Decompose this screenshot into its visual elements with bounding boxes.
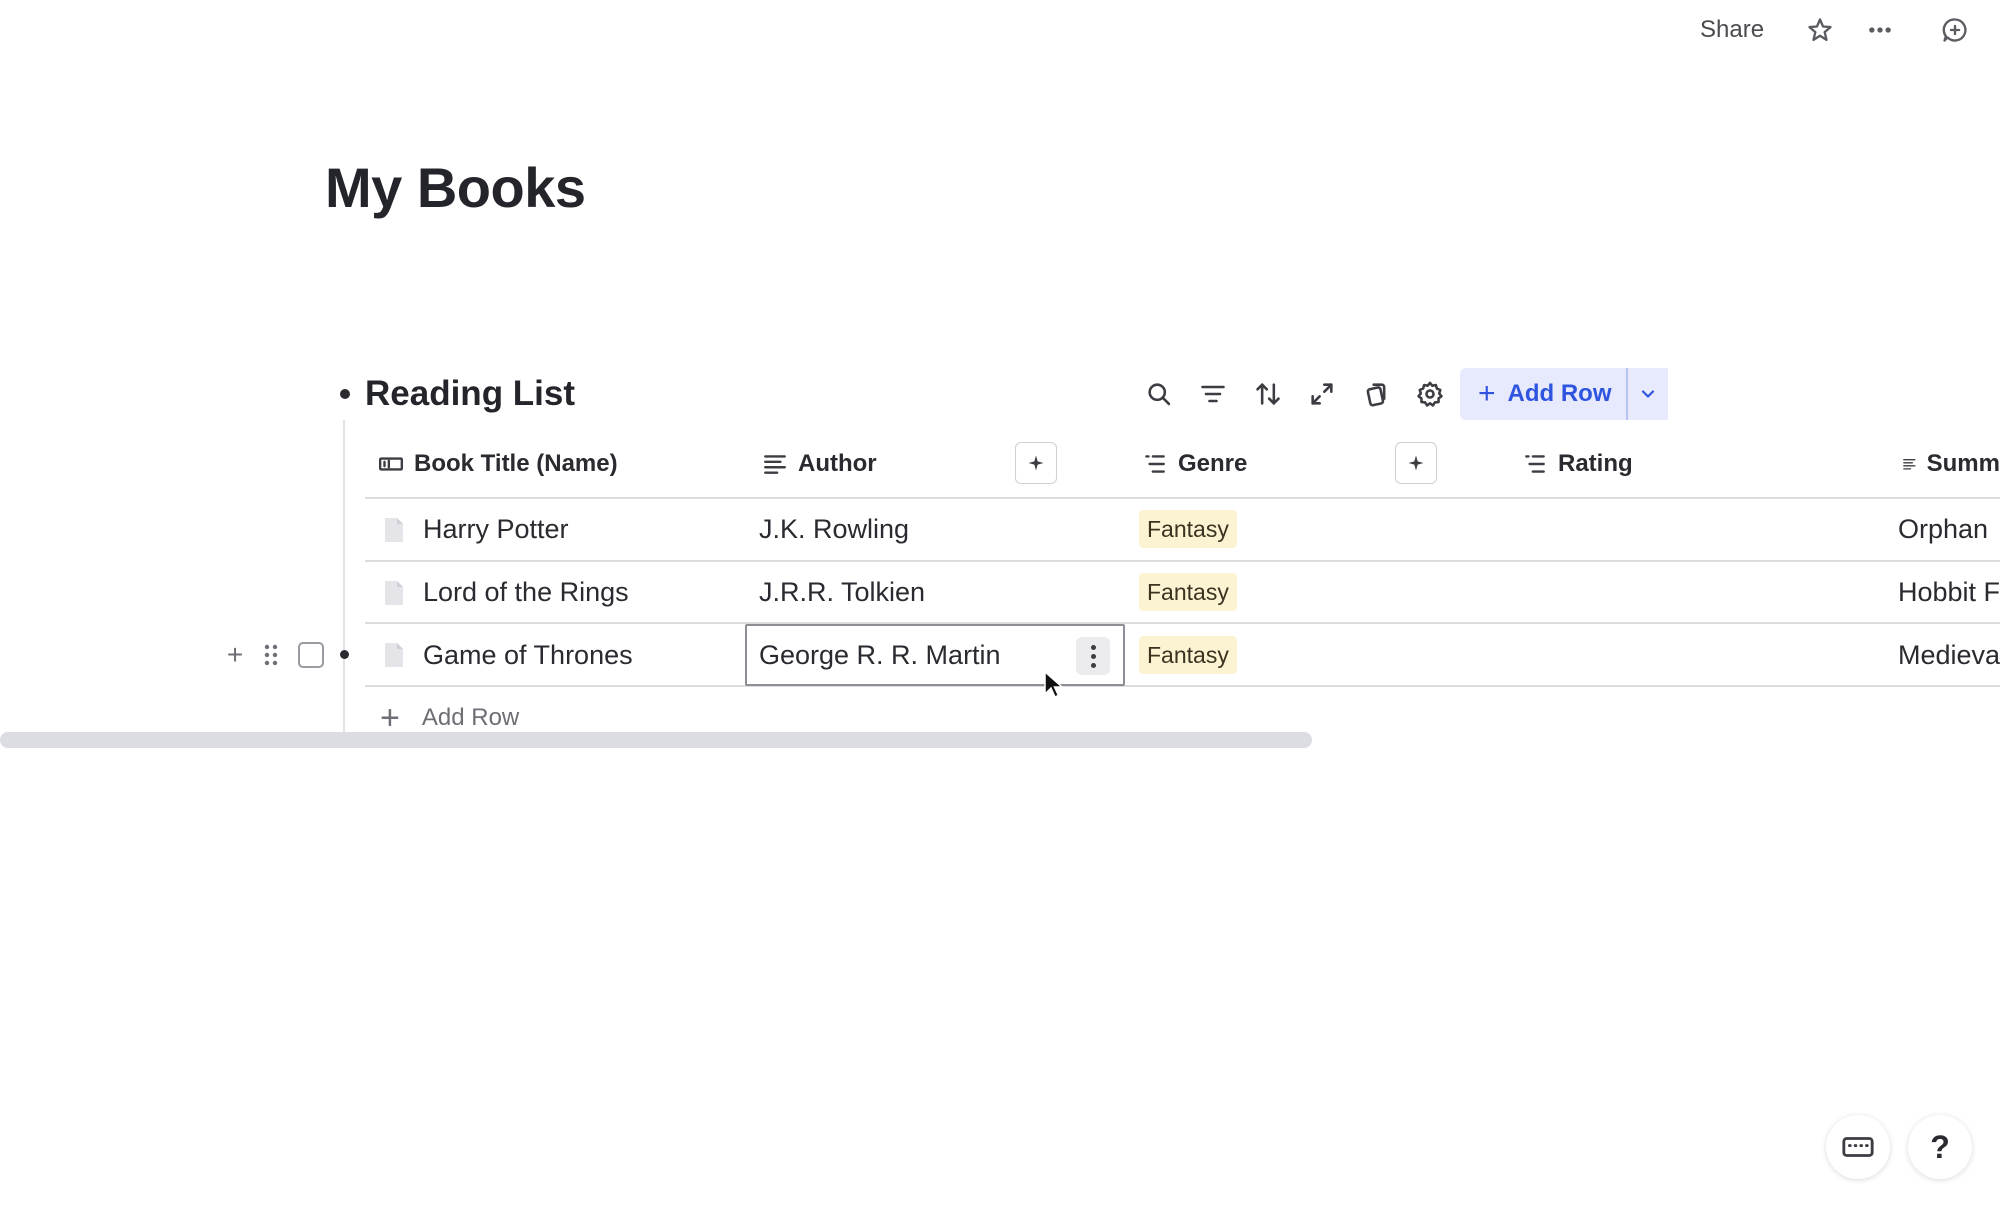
cell-title[interactable]: Game of Thrones <box>423 624 633 686</box>
cell-author[interactable]: George R. R. Martin <box>759 624 1001 686</box>
cell-title[interactable]: Harry Potter <box>423 498 569 560</box>
genre-tag: Fantasy <box>1139 573 1237 611</box>
cell-summary[interactable]: Orphan <box>1898 498 2000 560</box>
text-column-icon <box>1903 459 1916 470</box>
cell-author[interactable]: J.R.R. Tolkien <box>759 561 925 623</box>
page-title: My Books <box>325 156 586 219</box>
column-header-label: Author <box>798 450 877 477</box>
block-guide-line <box>343 420 345 735</box>
genre-tag: Fantasy <box>1139 510 1237 548</box>
column-header-author[interactable]: Author <box>762 440 877 488</box>
select-column-icon <box>1525 455 1545 473</box>
cell-author[interactable]: J.K. Rowling <box>759 498 909 560</box>
block-bullet <box>340 389 350 399</box>
add-row-dropdown[interactable] <box>1626 368 1668 420</box>
row-checkbox[interactable] <box>298 642 324 668</box>
add-row-link[interactable]: + Add Row <box>380 700 519 736</box>
star-icon[interactable] <box>1800 10 1840 50</box>
select-column-icon <box>1145 455 1165 473</box>
title-column-icon <box>378 457 404 471</box>
copy-icon[interactable] <box>1354 372 1398 416</box>
settings-icon[interactable] <box>1408 372 1452 416</box>
document-icon <box>383 580 405 606</box>
sparkle-icon <box>1408 455 1424 471</box>
drag-handle-icon[interactable] <box>258 640 284 670</box>
cell-summary[interactable]: Medieva <box>1898 624 2000 686</box>
column-header-label: Genre <box>1178 450 1248 477</box>
chevron-down-icon <box>1641 390 1655 398</box>
sort-icon[interactable] <box>1246 372 1290 416</box>
column-header-label: Rating <box>1558 450 1633 477</box>
more-horizontal-icon[interactable] <box>1860 10 1900 50</box>
ai-fill-button[interactable] <box>1015 442 1057 484</box>
horizontal-scrollbar[interactable] <box>0 732 1312 748</box>
ai-fill-button[interactable] <box>1395 442 1437 484</box>
cell-genre[interactable]: Fantasy <box>1139 561 1237 623</box>
keyboard-shortcuts-button[interactable] <box>1826 1115 1890 1179</box>
search-icon[interactable] <box>1137 372 1181 416</box>
column-header-label: Summ <box>1926 450 2000 477</box>
text-column-icon <box>764 455 786 474</box>
cell-menu-button[interactable] <box>1076 637 1110 675</box>
plus-icon: + <box>380 699 400 737</box>
cell-summary[interactable]: Hobbit F <box>1898 561 2000 623</box>
help-button[interactable]: ? <box>1908 1115 1972 1179</box>
add-row-above-icon[interactable]: + <box>220 639 250 670</box>
column-header-rating[interactable]: Rating <box>1522 440 1633 488</box>
cell-title[interactable]: Lord of the Rings <box>423 561 629 623</box>
filter-icon[interactable] <box>1191 372 1235 416</box>
add-comment-icon[interactable] <box>1935 10 1975 50</box>
sparkle-icon <box>1028 455 1044 471</box>
plus-icon: + <box>1478 377 1496 410</box>
column-header-genre[interactable]: Genre <box>1142 440 1247 488</box>
add-row-link-label: Add Row <box>421 704 520 731</box>
document-icon <box>383 642 405 668</box>
mouse-cursor-icon <box>1043 670 1065 700</box>
row-bullet <box>340 650 349 659</box>
keyboard-icon <box>1842 1137 1874 1157</box>
share-button[interactable]: Share <box>1700 14 1764 46</box>
genre-tag: Fantasy <box>1139 636 1237 674</box>
column-header-label: Book Title (Name) <box>414 450 618 477</box>
expand-icon[interactable] <box>1300 372 1344 416</box>
document-icon <box>383 517 405 543</box>
help-icon: ? <box>1930 1128 1950 1165</box>
column-header-summary[interactable]: Summ <box>1902 440 2000 488</box>
cell-genre[interactable]: Fantasy <box>1139 498 1237 560</box>
cell-genre[interactable]: Fantasy <box>1139 624 1237 686</box>
table-title: Reading List <box>365 374 576 413</box>
add-row-button-label: Add Row <box>1507 380 1612 407</box>
column-header-title[interactable]: Book Title (Name) <box>378 440 618 488</box>
